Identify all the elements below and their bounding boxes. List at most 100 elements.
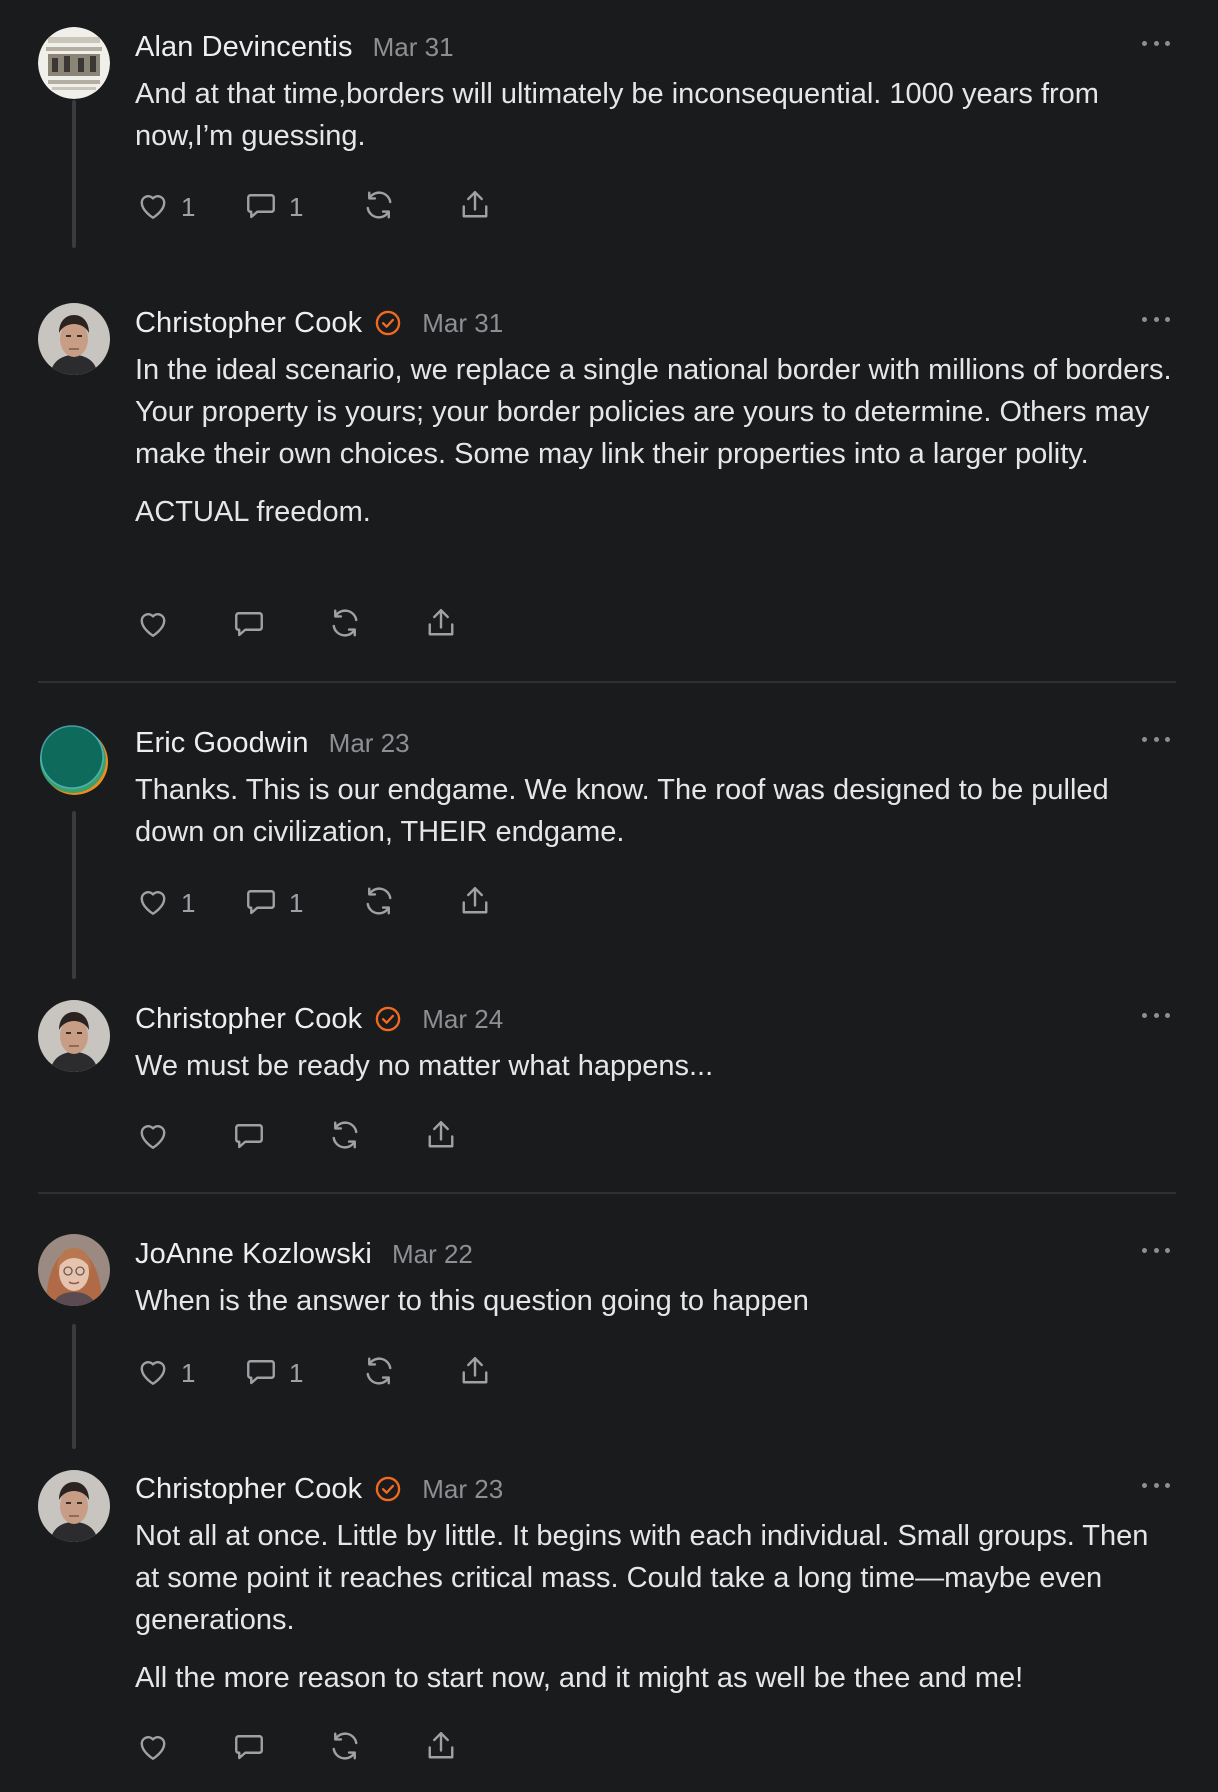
- comment-content: Christopher Cook Mar 23 Not all at once.…: [135, 1469, 1176, 1760]
- author-name[interactable]: Christopher Cook: [135, 307, 362, 340]
- like-button[interactable]: 1: [135, 187, 243, 227]
- reply-button[interactable]: [231, 605, 327, 645]
- restack-button[interactable]: [361, 1353, 457, 1393]
- comment-actions: [135, 1728, 459, 1768]
- restack-icon: [361, 187, 397, 228]
- reply-button[interactable]: [231, 1117, 327, 1157]
- more-dots-icon[interactable]: [1136, 727, 1176, 751]
- restack-icon: [327, 605, 363, 646]
- heart-icon: [135, 187, 171, 228]
- like-button[interactable]: 1: [135, 883, 243, 923]
- comment-body: We must be ready no matter what happens.…: [135, 1045, 1176, 1087]
- comment-content: Eric Goodwin Mar 23 Thanks. This is our …: [135, 723, 1176, 918]
- author-name[interactable]: Alan Devincentis: [135, 31, 353, 64]
- avatar[interactable]: [38, 303, 110, 375]
- heart-icon: [135, 605, 171, 646]
- comment-content: Christopher Cook Mar 31 In the ideal sce…: [135, 303, 1176, 637]
- restack-button[interactable]: [361, 883, 457, 923]
- reply-count: 1: [289, 1357, 304, 1388]
- share-button[interactable]: [457, 1353, 493, 1393]
- comment-bubble-icon: [243, 1353, 279, 1394]
- like-count: 1: [181, 191, 196, 222]
- comment-bubble-icon: [231, 605, 267, 646]
- comment-actions: [135, 1117, 459, 1157]
- share-icon: [457, 187, 493, 228]
- share-button[interactable]: [457, 883, 493, 923]
- comment-body: And at that time,borders will ultimately…: [135, 73, 1176, 157]
- restack-icon: [327, 1728, 363, 1769]
- restack-icon: [327, 1117, 363, 1158]
- comment-text: All the more reason to start now, and it…: [135, 1662, 1024, 1694]
- comment-text: In the ideal scenario, we replace a sing…: [135, 354, 1172, 470]
- reply-count: 1: [289, 191, 304, 222]
- more-dots-icon[interactable]: [1136, 1003, 1176, 1027]
- restack-button[interactable]: [327, 1117, 423, 1157]
- like-button[interactable]: 1: [135, 1353, 243, 1393]
- author-name[interactable]: Eric Goodwin: [135, 727, 309, 760]
- comment-bubble-icon: [231, 1117, 267, 1158]
- comment-date[interactable]: Mar 31: [373, 32, 454, 63]
- comment-text: When is the answer to this question goin…: [135, 1285, 809, 1317]
- like-button[interactable]: [135, 1117, 231, 1157]
- comment-date[interactable]: Mar 31: [422, 308, 503, 339]
- reply-button[interactable]: 1: [243, 187, 361, 227]
- comment-actions: 1 1: [135, 187, 493, 227]
- restack-icon: [361, 883, 397, 924]
- verified-badge-icon: [374, 309, 402, 337]
- verified-badge-icon: [374, 1005, 402, 1033]
- like-button[interactable]: [135, 1728, 231, 1768]
- more-dots-icon[interactable]: [1136, 307, 1176, 331]
- share-icon: [423, 1117, 459, 1158]
- avatar[interactable]: [38, 723, 110, 795]
- verified-badge-icon: [374, 1475, 402, 1503]
- avatar[interactable]: [38, 1234, 110, 1306]
- comment-text: Not all at once. Little by little. It be…: [135, 1520, 1149, 1636]
- restack-button[interactable]: [361, 187, 457, 227]
- share-icon: [423, 605, 459, 646]
- more-dots-icon[interactable]: [1136, 31, 1176, 55]
- reply-button[interactable]: 1: [243, 1353, 361, 1393]
- comment-date[interactable]: Mar 22: [392, 1239, 473, 1270]
- comment-date[interactable]: Mar 23: [329, 728, 410, 759]
- author-name[interactable]: Christopher Cook: [135, 1003, 362, 1036]
- reply-button[interactable]: 1: [243, 883, 361, 923]
- author-name[interactable]: Christopher Cook: [135, 1473, 362, 1506]
- comment-actions: [135, 605, 459, 645]
- comments-feed: Alan Devincentis Mar 31 And at that time…: [0, 0, 1218, 1792]
- reply-count: 1: [289, 887, 304, 918]
- comment-bubble-icon: [243, 187, 279, 228]
- comment-text: We must be ready no matter what happens.…: [135, 1050, 714, 1082]
- share-button[interactable]: [423, 605, 459, 645]
- comment-body: In the ideal scenario, we replace a sing…: [135, 349, 1176, 533]
- like-count: 1: [181, 1357, 196, 1388]
- share-icon: [457, 1353, 493, 1394]
- thread-divider: [38, 1192, 1176, 1194]
- reply-button[interactable]: [231, 1728, 327, 1768]
- thread-divider: [38, 681, 1176, 683]
- comment-date[interactable]: Mar 23: [422, 1474, 503, 1505]
- share-button[interactable]: [457, 187, 493, 227]
- comment-body: Thanks. This is our endgame. We know. Th…: [135, 769, 1176, 853]
- restack-button[interactable]: [327, 1728, 423, 1768]
- thread-line: [72, 811, 76, 979]
- heart-icon: [135, 1728, 171, 1769]
- restack-button[interactable]: [327, 605, 423, 645]
- avatar[interactable]: [38, 27, 110, 99]
- restack-icon: [361, 1353, 397, 1394]
- share-button[interactable]: [423, 1728, 459, 1768]
- comment-bubble-icon: [231, 1728, 267, 1769]
- comment-date[interactable]: Mar 24: [422, 1004, 503, 1035]
- comment-header: Christopher Cook Mar 31: [135, 303, 1176, 343]
- comment-actions: 1 1: [135, 1353, 493, 1393]
- heart-icon: [135, 1353, 171, 1394]
- more-dots-icon[interactable]: [1136, 1473, 1176, 1497]
- like-button[interactable]: [135, 605, 231, 645]
- avatar[interactable]: [38, 1470, 110, 1542]
- comment-header: JoAnne Kozlowski Mar 22: [135, 1234, 1176, 1274]
- heart-icon: [135, 1117, 171, 1158]
- share-button[interactable]: [423, 1117, 459, 1157]
- author-name[interactable]: JoAnne Kozlowski: [135, 1238, 372, 1271]
- avatar[interactable]: [38, 1000, 110, 1072]
- comment-body: Not all at once. Little by little. It be…: [135, 1515, 1176, 1699]
- more-dots-icon[interactable]: [1136, 1238, 1176, 1262]
